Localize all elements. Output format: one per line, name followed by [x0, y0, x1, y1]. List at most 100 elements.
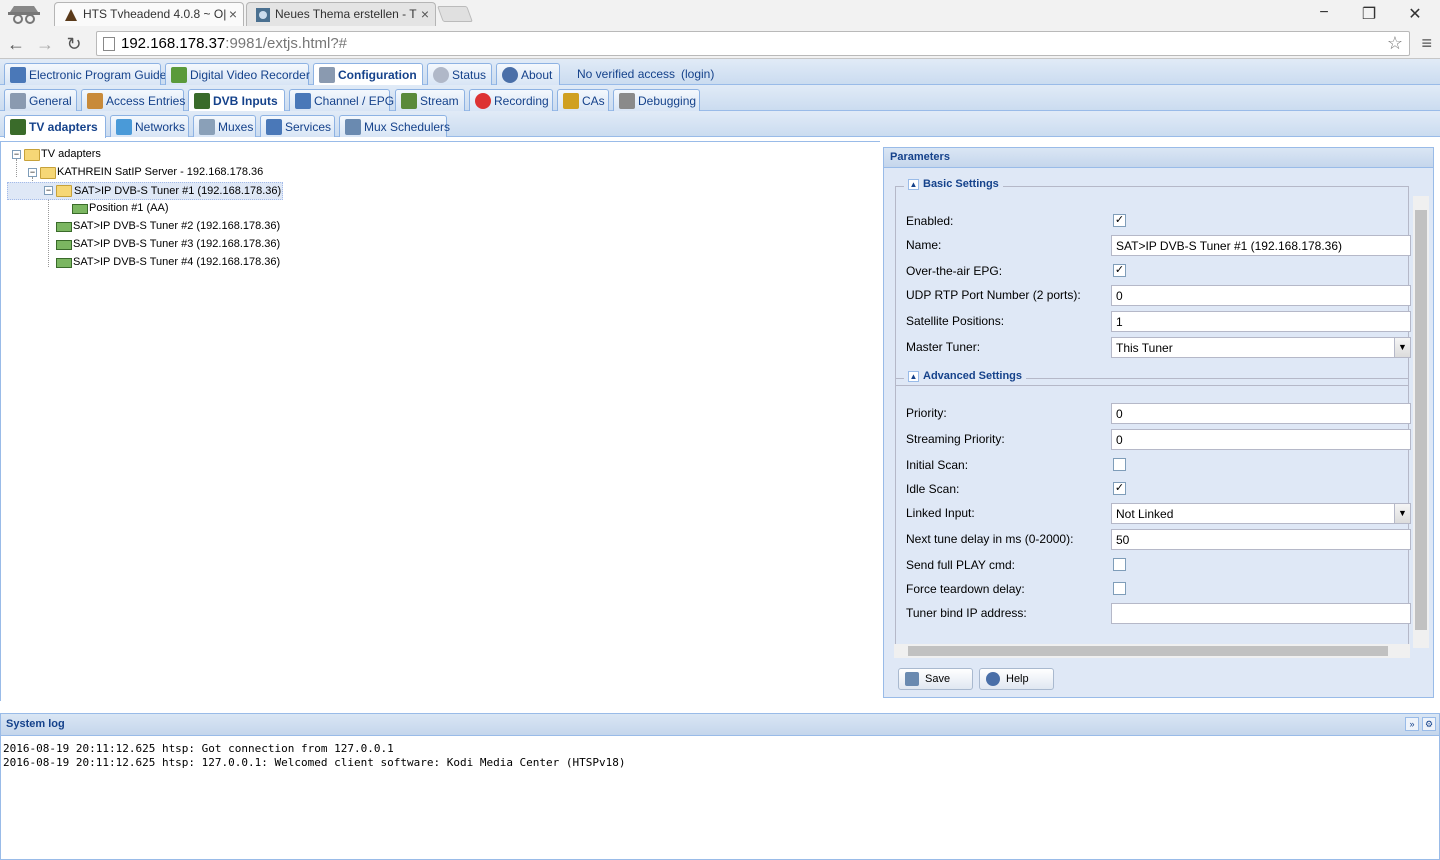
dvb-tab-bar: TV adapters Networks Muxes Services Mux …	[0, 111, 1440, 138]
priority-input[interactable]: 0	[1111, 403, 1411, 424]
tv-icon	[295, 93, 311, 109]
epg-label: Over-the-air EPG:	[906, 264, 1003, 278]
tab-access-entries[interactable]: Access Entries	[81, 89, 185, 111]
help-button[interactable]: Help	[979, 668, 1054, 690]
tuner-card-icon	[56, 258, 72, 268]
tab-mux-schedulers[interactable]: Mux Schedulers	[339, 115, 450, 137]
forum-favicon-icon	[256, 8, 270, 22]
linked-input-select[interactable]: Not Linked ▼	[1111, 503, 1411, 524]
collapse-server-icon[interactable]: −	[28, 168, 37, 177]
folder-icon	[40, 167, 56, 179]
chevron-down-icon: ▼	[1394, 338, 1410, 357]
folder-icon	[24, 149, 40, 161]
browser-tab-tvheadend[interactable]: HTS Tvheadend 4.0.8 ~ O| ×	[54, 2, 244, 26]
tab-configuration[interactable]: Configuration	[313, 63, 423, 86]
minimize-button[interactable]: −	[1309, 4, 1339, 24]
collapse-root-icon[interactable]: −	[12, 150, 21, 159]
tab-debugging[interactable]: Debugging	[613, 89, 700, 111]
info-icon	[502, 67, 518, 83]
browser-tab-forum[interactable]: Neues Thema erstellen - T ×	[246, 2, 436, 26]
scrollbar-thumb[interactable]	[908, 646, 1388, 656]
forward-button[interactable]: →	[33, 32, 57, 56]
download-icon	[171, 67, 187, 83]
tab-status[interactable]: Status	[427, 63, 492, 85]
tree-node-tuner2[interactable]: SAT>IP DVB-S Tuner #2 (192.168.178.36)	[73, 218, 280, 236]
tree-node-position1[interactable]: Position #1 (AA)	[89, 200, 168, 218]
tab-about[interactable]: About	[496, 63, 560, 85]
collapse-icon: ▲	[908, 370, 919, 382]
tab-channel-epg[interactable]: Channel / EPG	[289, 89, 394, 111]
tab-dvr[interactable]: Digital Video Recorder	[165, 63, 310, 85]
tab-networks[interactable]: Networks	[110, 115, 189, 137]
back-button[interactable]: ←	[4, 32, 28, 56]
tree-node-server[interactable]: KATHREIN SatIP Server - 192.168.178.36	[57, 164, 263, 182]
tune-delay-input[interactable]: 50	[1111, 529, 1411, 550]
collapse-log-icon[interactable]: »	[1405, 717, 1419, 731]
folder-icon	[56, 185, 72, 197]
bind-ip-input[interactable]	[1111, 603, 1411, 624]
chevron-down-icon: ▼	[1394, 504, 1410, 523]
horizontal-scrollbar[interactable]	[894, 644, 1410, 658]
tab-dvb-inputs[interactable]: DVB Inputs	[188, 89, 285, 112]
page-icon	[103, 37, 115, 51]
close-tab-icon[interactable]: ×	[421, 6, 429, 22]
stream-icon	[401, 93, 417, 109]
initial-scan-label: Initial Scan:	[906, 458, 969, 472]
collapse-tuner1-icon[interactable]: −	[44, 186, 53, 195]
tuner-card-icon	[194, 93, 210, 109]
vertical-scrollbar[interactable]	[1413, 196, 1429, 648]
tuner-card-icon	[72, 204, 88, 214]
initial-scan-checkbox[interactable]	[1113, 458, 1126, 471]
browser-menu-icon[interactable]: ≡	[1421, 33, 1432, 54]
tab-services[interactable]: Services	[260, 115, 335, 137]
tab-muxes[interactable]: Muxes	[193, 115, 256, 137]
save-button[interactable]: Save	[898, 668, 973, 690]
name-label: Name:	[906, 238, 942, 252]
tab-recording[interactable]: Recording	[469, 89, 553, 111]
tab-cas[interactable]: CAs	[557, 89, 609, 111]
save-icon	[905, 672, 919, 686]
restore-button[interactable]: ❐	[1354, 4, 1384, 24]
reload-button[interactable]: ↻	[62, 32, 86, 56]
full-play-checkbox[interactable]	[1113, 558, 1126, 571]
tuner-card-icon	[56, 222, 72, 232]
key-icon	[563, 93, 579, 109]
parameters-body: ▲ Basic Settings Enabled: ✓ Name: SAT>IP …	[884, 168, 1433, 648]
adapter-tree: − TV adapters − KATHREIN SatIP Server - …	[0, 141, 880, 701]
tab-title: Neues Thema erstellen - T	[275, 7, 417, 21]
close-tab-icon[interactable]: ×	[229, 6, 237, 22]
teardown-checkbox[interactable]	[1113, 582, 1126, 595]
tab-tv-adapters[interactable]: TV adapters	[4, 115, 106, 138]
idle-scan-checkbox[interactable]: ✓	[1113, 482, 1126, 495]
mux-icon	[199, 119, 215, 135]
udp-port-input[interactable]: 0	[1111, 285, 1411, 306]
tab-general[interactable]: General	[4, 89, 77, 111]
enabled-checkbox[interactable]: ✓	[1113, 214, 1126, 227]
epg-checkbox[interactable]: ✓	[1113, 264, 1126, 277]
master-tuner-select[interactable]: This Tuner ▼	[1111, 337, 1411, 358]
scrollbar-thumb[interactable]	[1415, 210, 1427, 630]
streaming-priority-input[interactable]: 0	[1111, 429, 1411, 450]
tree-node-tuner3[interactable]: SAT>IP DVB-S Tuner #3 (192.168.178.36)	[73, 236, 280, 254]
browser-chrome: HTS Tvheadend 4.0.8 ~ O| × Neues Thema e…	[0, 0, 1440, 59]
tvheadend-favicon-icon	[65, 9, 77, 21]
close-window-button[interactable]: ✕	[1400, 4, 1430, 24]
advanced-settings-legend[interactable]: ▲ Advanced Settings	[904, 370, 1027, 382]
url-text: 192.168.178.37:9981/extjs.html?#	[121, 35, 348, 52]
login-link[interactable]: (login)	[681, 67, 714, 81]
collapse-icon: ▲	[908, 178, 919, 190]
new-tab-button[interactable]	[437, 6, 473, 22]
tab-stream[interactable]: Stream	[395, 89, 465, 111]
name-input[interactable]: SAT>IP DVB-S Tuner #1 (192.168.178.36)	[1111, 235, 1411, 256]
gear-icon[interactable]: ⚙	[1422, 717, 1436, 731]
epg-icon	[10, 67, 26, 83]
tree-node-tuner4[interactable]: SAT>IP DVB-S Tuner #4 (192.168.178.36)	[73, 254, 280, 272]
basic-settings-legend[interactable]: ▲ Basic Settings	[904, 178, 1003, 190]
tree-node-root[interactable]: TV adapters	[41, 146, 101, 164]
satellite-positions-input[interactable]: 1	[1111, 311, 1411, 332]
tab-epg[interactable]: Electronic Program Guide	[4, 63, 166, 85]
address-bar[interactable]: 192.168.178.37:9981/extjs.html?# ☆	[96, 31, 1410, 56]
bookmark-star-icon[interactable]: ☆	[1387, 33, 1403, 54]
full-play-label: Send full PLAY cmd:	[906, 558, 1015, 572]
help-icon	[986, 672, 1000, 686]
